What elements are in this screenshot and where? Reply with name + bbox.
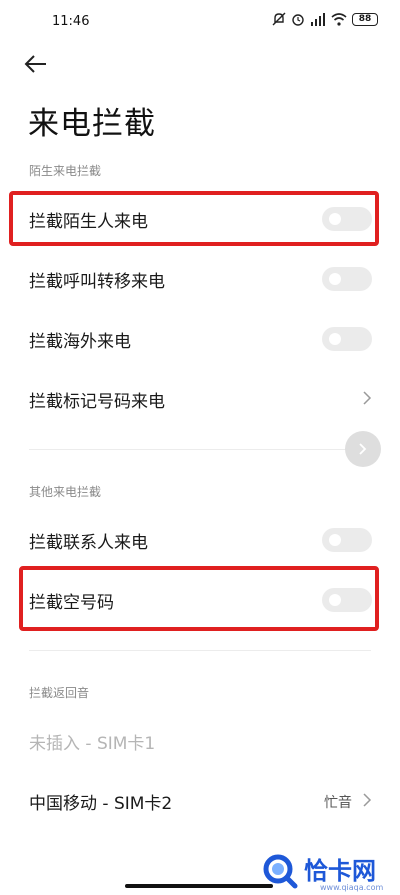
battery-level: 88: [358, 14, 372, 24]
section-header-return-tone: 拦截返回音: [29, 686, 90, 700]
setting-label: 拦截联系人来电: [29, 533, 148, 553]
toggle-knob: [329, 534, 341, 546]
floating-scroll-button[interactable]: [345, 431, 381, 467]
setting-label: 未插入 - SIM卡1: [29, 734, 156, 754]
setting-row-block-marked[interactable]: 拦截标记号码来电: [0, 370, 400, 426]
mute-icon: [272, 12, 286, 26]
section-divider: [29, 449, 371, 450]
wifi-icon: [331, 12, 347, 26]
section-header-other: 其他来电拦截: [29, 485, 102, 499]
chevron-right-icon: [363, 391, 372, 405]
setting-label: 拦截呼叫转移来电: [29, 272, 165, 292]
back-button[interactable]: [24, 50, 58, 78]
setting-row-sim2[interactable]: 中国移动 - SIM卡2 忙音: [0, 772, 400, 828]
toggle-switch[interactable]: [322, 267, 372, 291]
setting-label: 拦截标记号码来电: [29, 392, 165, 412]
toggle-knob: [329, 273, 341, 285]
chevron-right-icon: [359, 443, 367, 455]
home-indicator[interactable]: [125, 884, 273, 888]
setting-row-block-overseas[interactable]: 拦截海外来电: [0, 310, 400, 366]
watermark-text: 恰卡网: [304, 857, 376, 885]
alarm-icon: [292, 14, 304, 26]
highlight-box: [19, 566, 379, 631]
setting-label: 拦截海外来电: [29, 332, 131, 352]
status-bar: 11:46 88: [0, 0, 400, 40]
section-divider: [29, 650, 371, 651]
signal-icon: [311, 12, 325, 26]
chevron-right-icon: [363, 793, 372, 807]
setting-row-block-contacts[interactable]: 拦截联系人来电: [0, 511, 400, 567]
setting-value: 忙音: [324, 795, 352, 811]
setting-row-block-forwarded[interactable]: 拦截呼叫转移来电: [0, 250, 400, 306]
page-title: 来电拦截: [28, 106, 156, 142]
toggle-switch[interactable]: [322, 528, 372, 552]
setting-label: 中国移动 - SIM卡2: [29, 794, 173, 814]
highlight-box: [9, 191, 379, 246]
status-time: 11:46: [52, 14, 90, 29]
arrow-left-icon: [24, 55, 46, 73]
toggle-switch[interactable]: [322, 327, 372, 351]
toggle-knob: [329, 333, 341, 345]
setting-row-sim1: 未插入 - SIM卡1: [0, 712, 400, 768]
section-header-stranger: 陌生来电拦截: [29, 164, 102, 178]
battery-icon: 88: [352, 12, 378, 26]
status-icons: 88: [272, 12, 378, 26]
watermark-url: www.qiaqa.com: [320, 883, 384, 892]
